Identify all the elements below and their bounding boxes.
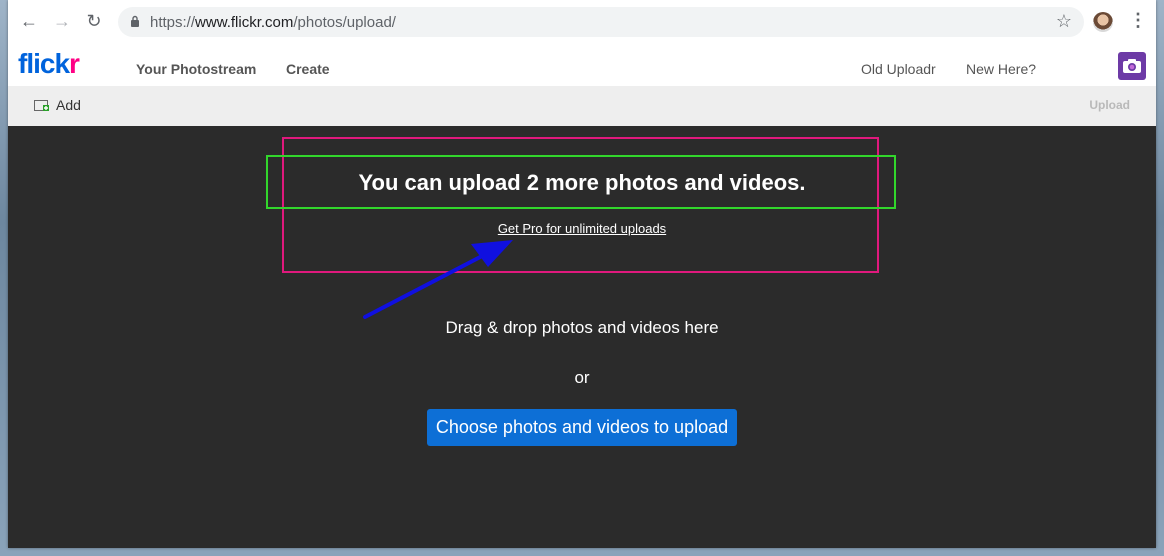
drag-drop-text: Drag & drop photos and videos here	[445, 318, 719, 337]
forward-arrow-icon[interactable]: →	[51, 10, 73, 32]
menu-dots-icon[interactable]: ⋮	[1129, 10, 1147, 31]
browser-toolbar: ← → ↻ https://www.flickr.com/photos/uplo…	[8, 0, 1156, 43]
upload-button[interactable]: Upload	[1089, 98, 1130, 112]
new-here-link[interactable]: New Here?	[966, 61, 1036, 77]
or-text: or	[574, 368, 590, 387]
nav-create[interactable]: Create	[286, 61, 330, 77]
back-arrow-icon[interactable]: ←	[18, 10, 40, 32]
old-uploadr-link[interactable]: Old Uploadr	[861, 61, 936, 77]
lock-icon	[131, 15, 139, 27]
camera-icon[interactable]	[1118, 52, 1146, 80]
choose-files-button[interactable]: Choose photos and videos to upload	[427, 409, 737, 446]
flickr-logo[interactable]: flickr	[18, 48, 80, 80]
profile-avatar[interactable]	[1093, 12, 1113, 32]
add-photo-icon	[34, 100, 49, 111]
flickr-header: flickr Your Photostream Create Old Uploa…	[8, 42, 1156, 86]
url-text: https://www.flickr.com/photos/upload/	[150, 14, 396, 31]
add-button[interactable]: Add	[34, 97, 81, 113]
address-bar[interactable]: https://www.flickr.com/photos/upload/ ☆	[118, 7, 1084, 37]
nav-your-photostream[interactable]: Your Photostream	[136, 61, 256, 77]
add-label: Add	[56, 97, 81, 113]
star-icon[interactable]: ☆	[1056, 11, 1072, 32]
reload-icon[interactable]: ↻	[83, 10, 105, 32]
upload-toolbar: Add Upload	[8, 86, 1156, 127]
browser-window: ← → ↻ https://www.flickr.com/photos/uplo…	[8, 0, 1156, 548]
upload-drop-area[interactable]: You can upload 2 more photos and videos.…	[8, 126, 1156, 548]
